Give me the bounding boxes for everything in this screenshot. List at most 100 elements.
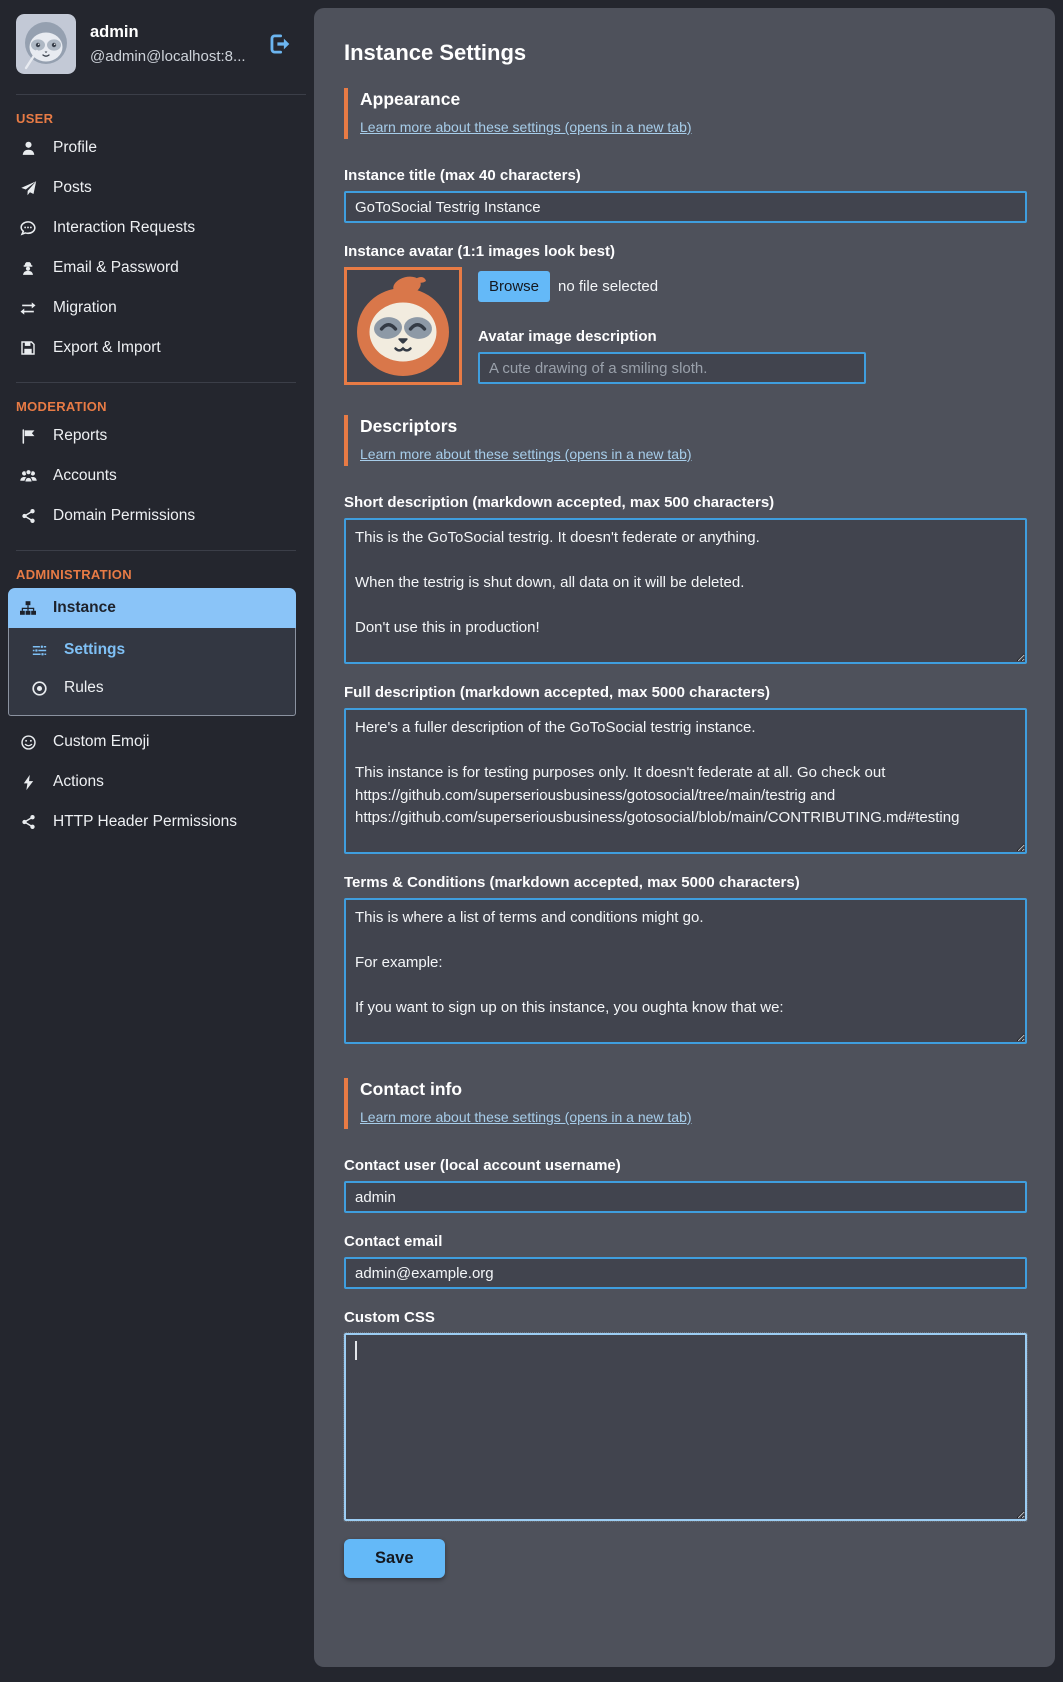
sidebar-section-user: USER — [16, 111, 306, 126]
share-nodes-icon — [18, 508, 38, 524]
sign-out-icon[interactable] — [266, 31, 292, 57]
sidebar-item-reports[interactable]: Reports — [16, 416, 306, 456]
sidebar-item-label: Accounts — [53, 467, 117, 485]
sitemap-icon — [18, 600, 38, 616]
sidebar-item-label: Email & Password — [53, 259, 179, 277]
instance-title-field: Instance title (max 40 characters) — [344, 167, 1027, 223]
short-description-field: Short description (markdown accepted, ma… — [344, 494, 1027, 664]
sidebar-item-label: Rules — [64, 679, 104, 697]
sidebar: admin @admin@localhost:8... USER Profile… — [0, 0, 306, 1682]
appearance-learn-more-link[interactable]: Learn more about these settings (opens i… — [360, 119, 692, 135]
sidebar-section-administration: ADMINISTRATION — [16, 567, 306, 582]
floppy-disk-icon — [18, 340, 38, 356]
appearance-section-header: Appearance Learn more about these settin… — [344, 88, 1027, 139]
sidebar-item-label: Custom Emoji — [53, 733, 149, 751]
contact-user-input[interactable] — [344, 1181, 1027, 1213]
sidebar-item-label: Actions — [53, 773, 104, 791]
divider — [16, 550, 296, 551]
sidebar-item-label: Domain Permissions — [53, 507, 195, 525]
sidebar-item-interaction-requests[interactable]: Interaction Requests — [16, 208, 306, 248]
instance-title-input[interactable] — [344, 191, 1027, 223]
instance-avatar-image — [344, 267, 462, 385]
sidebar-subitem-rules[interactable]: Rules — [21, 669, 295, 707]
contact-user-label: Contact user (local account username) — [344, 1157, 1027, 1174]
sidebar-item-profile[interactable]: Profile — [16, 128, 306, 168]
file-status-text: no file selected — [558, 278, 658, 295]
descriptors-title: Descriptors — [360, 416, 1027, 437]
flag-icon — [18, 428, 38, 445]
contact-section-header: Contact info Learn more about these sett… — [344, 1078, 1027, 1129]
right-left-arrows-icon — [18, 301, 38, 316]
avatar-description-input[interactable] — [478, 352, 866, 384]
sidebar-item-label: Reports — [53, 427, 107, 445]
user-icon — [18, 140, 38, 157]
bolt-icon — [18, 774, 38, 791]
sidebar-section-moderation: MODERATION — [16, 399, 306, 414]
sidebar-item-actions[interactable]: Actions — [16, 762, 306, 802]
user-secret-icon — [18, 260, 38, 277]
page-title: Instance Settings — [344, 40, 1027, 66]
user-name: admin — [90, 23, 246, 42]
instance-avatar-field: Instance avatar (1:1 images look best) B… — [344, 243, 1027, 385]
sidebar-item-instance[interactable]: Instance — [8, 588, 296, 628]
appearance-title: Appearance — [360, 89, 1027, 110]
terms-label: Terms & Conditions (markdown accepted, m… — [344, 874, 1027, 891]
sloth-avatar-gray-icon — [16, 14, 76, 74]
avatar-description-label: Avatar image description — [478, 328, 1027, 345]
users-icon — [18, 468, 38, 484]
sidebar-item-domain-permissions[interactable]: Domain Permissions — [16, 496, 306, 536]
contact-user-field: Contact user (local account username) — [344, 1157, 1027, 1213]
comment-dots-icon — [18, 219, 38, 237]
instance-avatar-label: Instance avatar (1:1 images look best) — [344, 243, 1027, 260]
contact-email-input[interactable] — [344, 1257, 1027, 1289]
share-nodes-icon — [18, 814, 38, 830]
instance-title-label: Instance title (max 40 characters) — [344, 167, 1027, 184]
sidebar-item-label: Settings — [64, 641, 125, 659]
full-description-field: Full description (markdown accepted, max… — [344, 684, 1027, 854]
smile-icon — [18, 734, 38, 751]
custom-css-label: Custom CSS — [344, 1309, 1027, 1326]
sidebar-item-label: Interaction Requests — [53, 219, 195, 237]
save-button[interactable]: Save — [344, 1539, 445, 1578]
sidebar-item-accounts[interactable]: Accounts — [16, 456, 306, 496]
sidebar-item-migration[interactable]: Migration — [16, 288, 306, 328]
custom-css-textarea[interactable] — [344, 1333, 1027, 1521]
terms-field: Terms & Conditions (markdown accepted, m… — [344, 874, 1027, 1044]
instance-group: Instance Settings Rules — [8, 588, 296, 716]
sidebar-item-label: Profile — [53, 139, 97, 157]
sidebar-item-label: HTTP Header Permissions — [53, 813, 237, 831]
sidebar-item-custom-emoji[interactable]: Custom Emoji — [16, 722, 306, 762]
sidebar-item-http-header-permissions[interactable]: HTTP Header Permissions — [16, 802, 306, 842]
sidebar-item-email-password[interactable]: Email & Password — [16, 248, 306, 288]
browse-button[interactable]: Browse — [478, 271, 550, 302]
sidebar-subitem-settings[interactable]: Settings — [21, 631, 295, 669]
descriptors-section-header: Descriptors Learn more about these setti… — [344, 415, 1027, 466]
user-handle: @admin@localhost:8... — [90, 48, 246, 65]
sidebar-item-label: Instance — [53, 599, 116, 617]
user-card: admin @admin@localhost:8... — [16, 14, 306, 95]
contact-email-field: Contact email — [344, 1233, 1027, 1289]
contact-title: Contact info — [360, 1079, 1027, 1100]
full-description-label: Full description (markdown accepted, max… — [344, 684, 1027, 701]
divider — [16, 382, 296, 383]
sidebar-item-export-import[interactable]: Export & Import — [16, 328, 306, 368]
contact-learn-more-link[interactable]: Learn more about these settings (opens i… — [360, 1109, 692, 1125]
custom-css-field: Custom CSS — [344, 1309, 1027, 1521]
instance-settings-panel: Instance Settings Appearance Learn more … — [314, 8, 1055, 1667]
sliders-icon — [29, 643, 49, 658]
full-description-textarea[interactable]: Here's a fuller description of the GoToS… — [344, 708, 1027, 854]
short-description-label: Short description (markdown accepted, ma… — [344, 494, 1027, 511]
contact-email-label: Contact email — [344, 1233, 1027, 1250]
paper-plane-icon — [18, 180, 38, 197]
sidebar-item-label: Posts — [53, 179, 92, 197]
instance-submenu: Settings Rules — [8, 628, 296, 716]
sidebar-item-posts[interactable]: Posts — [16, 168, 306, 208]
short-description-textarea[interactable]: This is the GoToSocial testrig. It doesn… — [344, 518, 1027, 664]
sidebar-item-label: Migration — [53, 299, 117, 317]
sidebar-item-label: Export & Import — [53, 339, 161, 357]
text-cursor — [355, 1341, 357, 1360]
terms-textarea[interactable]: This is where a list of terms and condit… — [344, 898, 1027, 1044]
circle-dot-icon — [29, 680, 49, 697]
descriptors-learn-more-link[interactable]: Learn more about these settings (opens i… — [360, 446, 692, 462]
user-meta: admin @admin@localhost:8... — [90, 23, 246, 65]
